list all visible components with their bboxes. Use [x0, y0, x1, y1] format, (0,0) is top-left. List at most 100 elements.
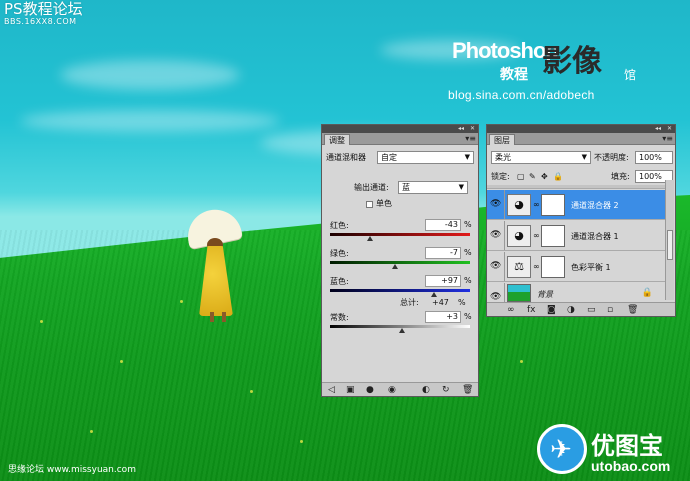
- eye-visibility-icon[interactable]: 👁: [490, 230, 502, 240]
- opacity-input[interactable]: 100%: [635, 151, 673, 164]
- constant-percent: %: [464, 312, 472, 321]
- slider-track[interactable]: [330, 261, 470, 264]
- slider-track[interactable]: [330, 289, 470, 292]
- preset-select[interactable]: 自定 ▼: [377, 151, 474, 164]
- slider-thumb[interactable]: [366, 236, 373, 241]
- girl-leg: [210, 312, 214, 322]
- slider-percent: %: [464, 248, 472, 257]
- constant-input[interactable]: +3: [425, 311, 461, 323]
- brand-zh: 优图宝: [591, 432, 663, 460]
- color-balance-icon[interactable]: ⚖: [507, 256, 531, 278]
- slider-track[interactable]: [330, 233, 470, 236]
- channel-mixer-icon[interactable]: ◕: [507, 194, 531, 216]
- blog-url-watermark: blog.sina.com.cn/adobech: [448, 88, 595, 102]
- layer-name[interactable]: 背景: [537, 289, 553, 300]
- layer-row[interactable]: 👁 ◕ ∞ 通道混合器 2: [487, 190, 665, 220]
- brand-en: utobao.com: [591, 458, 671, 474]
- panel-titlebar[interactable]: ◂◂ ✕: [322, 125, 478, 133]
- slider-thumb[interactable]: [430, 292, 437, 297]
- blend-mode-select[interactable]: 柔光 ▼: [491, 151, 591, 164]
- preset-value: 自定: [381, 153, 397, 162]
- layer-mask-thumbnail[interactable]: [541, 225, 565, 247]
- blend-mode-value: 柔光: [495, 153, 511, 162]
- row-separator: [504, 252, 505, 281]
- forum-watermark: PS教程论坛 BBS.16XX8.COM: [4, 2, 83, 26]
- scroll-thumb[interactable]: [667, 230, 673, 260]
- bird-logo-icon: ✈: [537, 424, 587, 474]
- opacity-label: 不透明度:: [594, 153, 629, 162]
- layer-mask-thumbnail[interactable]: [541, 194, 565, 216]
- opacity-value: 100%: [639, 153, 662, 162]
- lock-all-icon[interactable]: 🔒: [553, 172, 563, 182]
- total-label: 总计:: [400, 298, 419, 307]
- fill-label: 填充:: [611, 172, 630, 181]
- missyuan-watermark: 思缘论坛 www.missyuan.com: [8, 465, 136, 475]
- link-chain-icon[interactable]: ∞: [533, 200, 540, 209]
- panel-titlebar[interactable]: ◂◂ ✕: [487, 125, 675, 133]
- slider-percent: %: [464, 220, 472, 229]
- slider-thumb[interactable]: [392, 264, 399, 269]
- trash-icon[interactable]: 🗑: [462, 385, 473, 395]
- constant-thumb[interactable]: [399, 328, 406, 333]
- ps-logo-small: 教程: [500, 67, 528, 83]
- new-group-icon[interactable]: ▭: [587, 305, 596, 315]
- flower: [250, 390, 253, 393]
- layer-style-icon[interactable]: fx: [527, 305, 536, 315]
- slider-label: 绿色:: [330, 249, 349, 258]
- link-chain-icon[interactable]: ∞: [533, 231, 540, 240]
- new-adjustment-icon[interactable]: ◑: [567, 305, 575, 315]
- reset-icon[interactable]: ↻: [442, 385, 450, 395]
- row-separator: [504, 283, 505, 304]
- new-layer-icon[interactable]: ▫: [607, 305, 613, 315]
- close-icon[interactable]: ✕: [667, 125, 672, 133]
- output-channel-select[interactable]: 蓝 ▼: [398, 181, 468, 194]
- eye-visibility-icon[interactable]: 👁: [490, 292, 502, 302]
- slider-value-input[interactable]: +97: [425, 275, 461, 287]
- mask-icon[interactable]: ●: [366, 385, 374, 395]
- adjustments-bottom-toolbar: ◁ ▣ ● ◉ ◐ ↻ 🗑: [322, 382, 478, 396]
- add-mask-icon[interactable]: ◙: [547, 305, 556, 315]
- collapse-icon[interactable]: ◂◂: [655, 125, 661, 133]
- lock-label: 锁定:: [491, 172, 510, 181]
- flower: [120, 360, 123, 363]
- ps-logo-end: 馆: [624, 68, 637, 82]
- layer-name[interactable]: 色彩平衡 1: [571, 262, 611, 273]
- eye-visibility-icon[interactable]: 👁: [490, 199, 502, 209]
- lock-pixels-icon[interactable]: ✎: [529, 172, 536, 182]
- channel-mixer-icon[interactable]: ◕: [507, 225, 531, 247]
- dropdown-arrow-icon: ▼: [464, 153, 470, 161]
- layer-thumbnail[interactable]: [507, 284, 531, 302]
- flower: [520, 360, 523, 363]
- lock-position-icon[interactable]: ✥: [541, 172, 548, 182]
- slider-value-input[interactable]: -7: [425, 247, 461, 259]
- back-arrow-icon[interactable]: ◁: [328, 385, 335, 395]
- layer-name[interactable]: 通道混合器 2: [571, 200, 619, 211]
- clip-layer-icon[interactable]: ▣: [346, 385, 355, 395]
- collapse-icon[interactable]: ◂◂: [458, 125, 464, 133]
- cloud: [60, 60, 240, 90]
- link-layers-icon[interactable]: ∞: [507, 305, 515, 315]
- tab-layers[interactable]: 图层: [489, 134, 515, 145]
- visibility-icon[interactable]: ◉: [388, 385, 396, 395]
- layer-mask-thumbnail[interactable]: [541, 256, 565, 278]
- adjustment-title: 通道混和器: [326, 153, 366, 162]
- panel-menu-icon[interactable]: ▾≡: [662, 133, 673, 145]
- layer-row[interactable]: 👁 ◕ ∞ 通道混合器 1: [487, 221, 665, 251]
- slider-value-input[interactable]: -43: [425, 219, 461, 231]
- monochrome-checkbox[interactable]: [366, 201, 373, 208]
- layers-scrollbar[interactable]: [665, 180, 674, 300]
- tab-adjustments[interactable]: 调整: [324, 134, 350, 145]
- trash-icon[interactable]: 🗑: [627, 305, 638, 315]
- layer-row[interactable]: 👁 ⚖ ∞ 色彩平衡 1: [487, 252, 665, 282]
- slider-label: 红色:: [330, 221, 349, 230]
- slider-label: 蓝色:: [330, 277, 349, 286]
- link-chain-icon[interactable]: ∞: [533, 262, 540, 271]
- panel-menu-icon[interactable]: ▾≡: [465, 133, 476, 145]
- constant-label: 常数:: [330, 313, 349, 322]
- lock-transparency-icon[interactable]: ▢: [517, 172, 525, 182]
- eye-visibility-icon[interactable]: 👁: [490, 261, 502, 271]
- adjustments-tabbar: 调整 ▾≡: [322, 133, 478, 145]
- layer-name[interactable]: 通道混合器 1: [571, 231, 619, 242]
- close-icon[interactable]: ✕: [470, 125, 475, 133]
- view-previous-icon[interactable]: ◐: [422, 385, 430, 395]
